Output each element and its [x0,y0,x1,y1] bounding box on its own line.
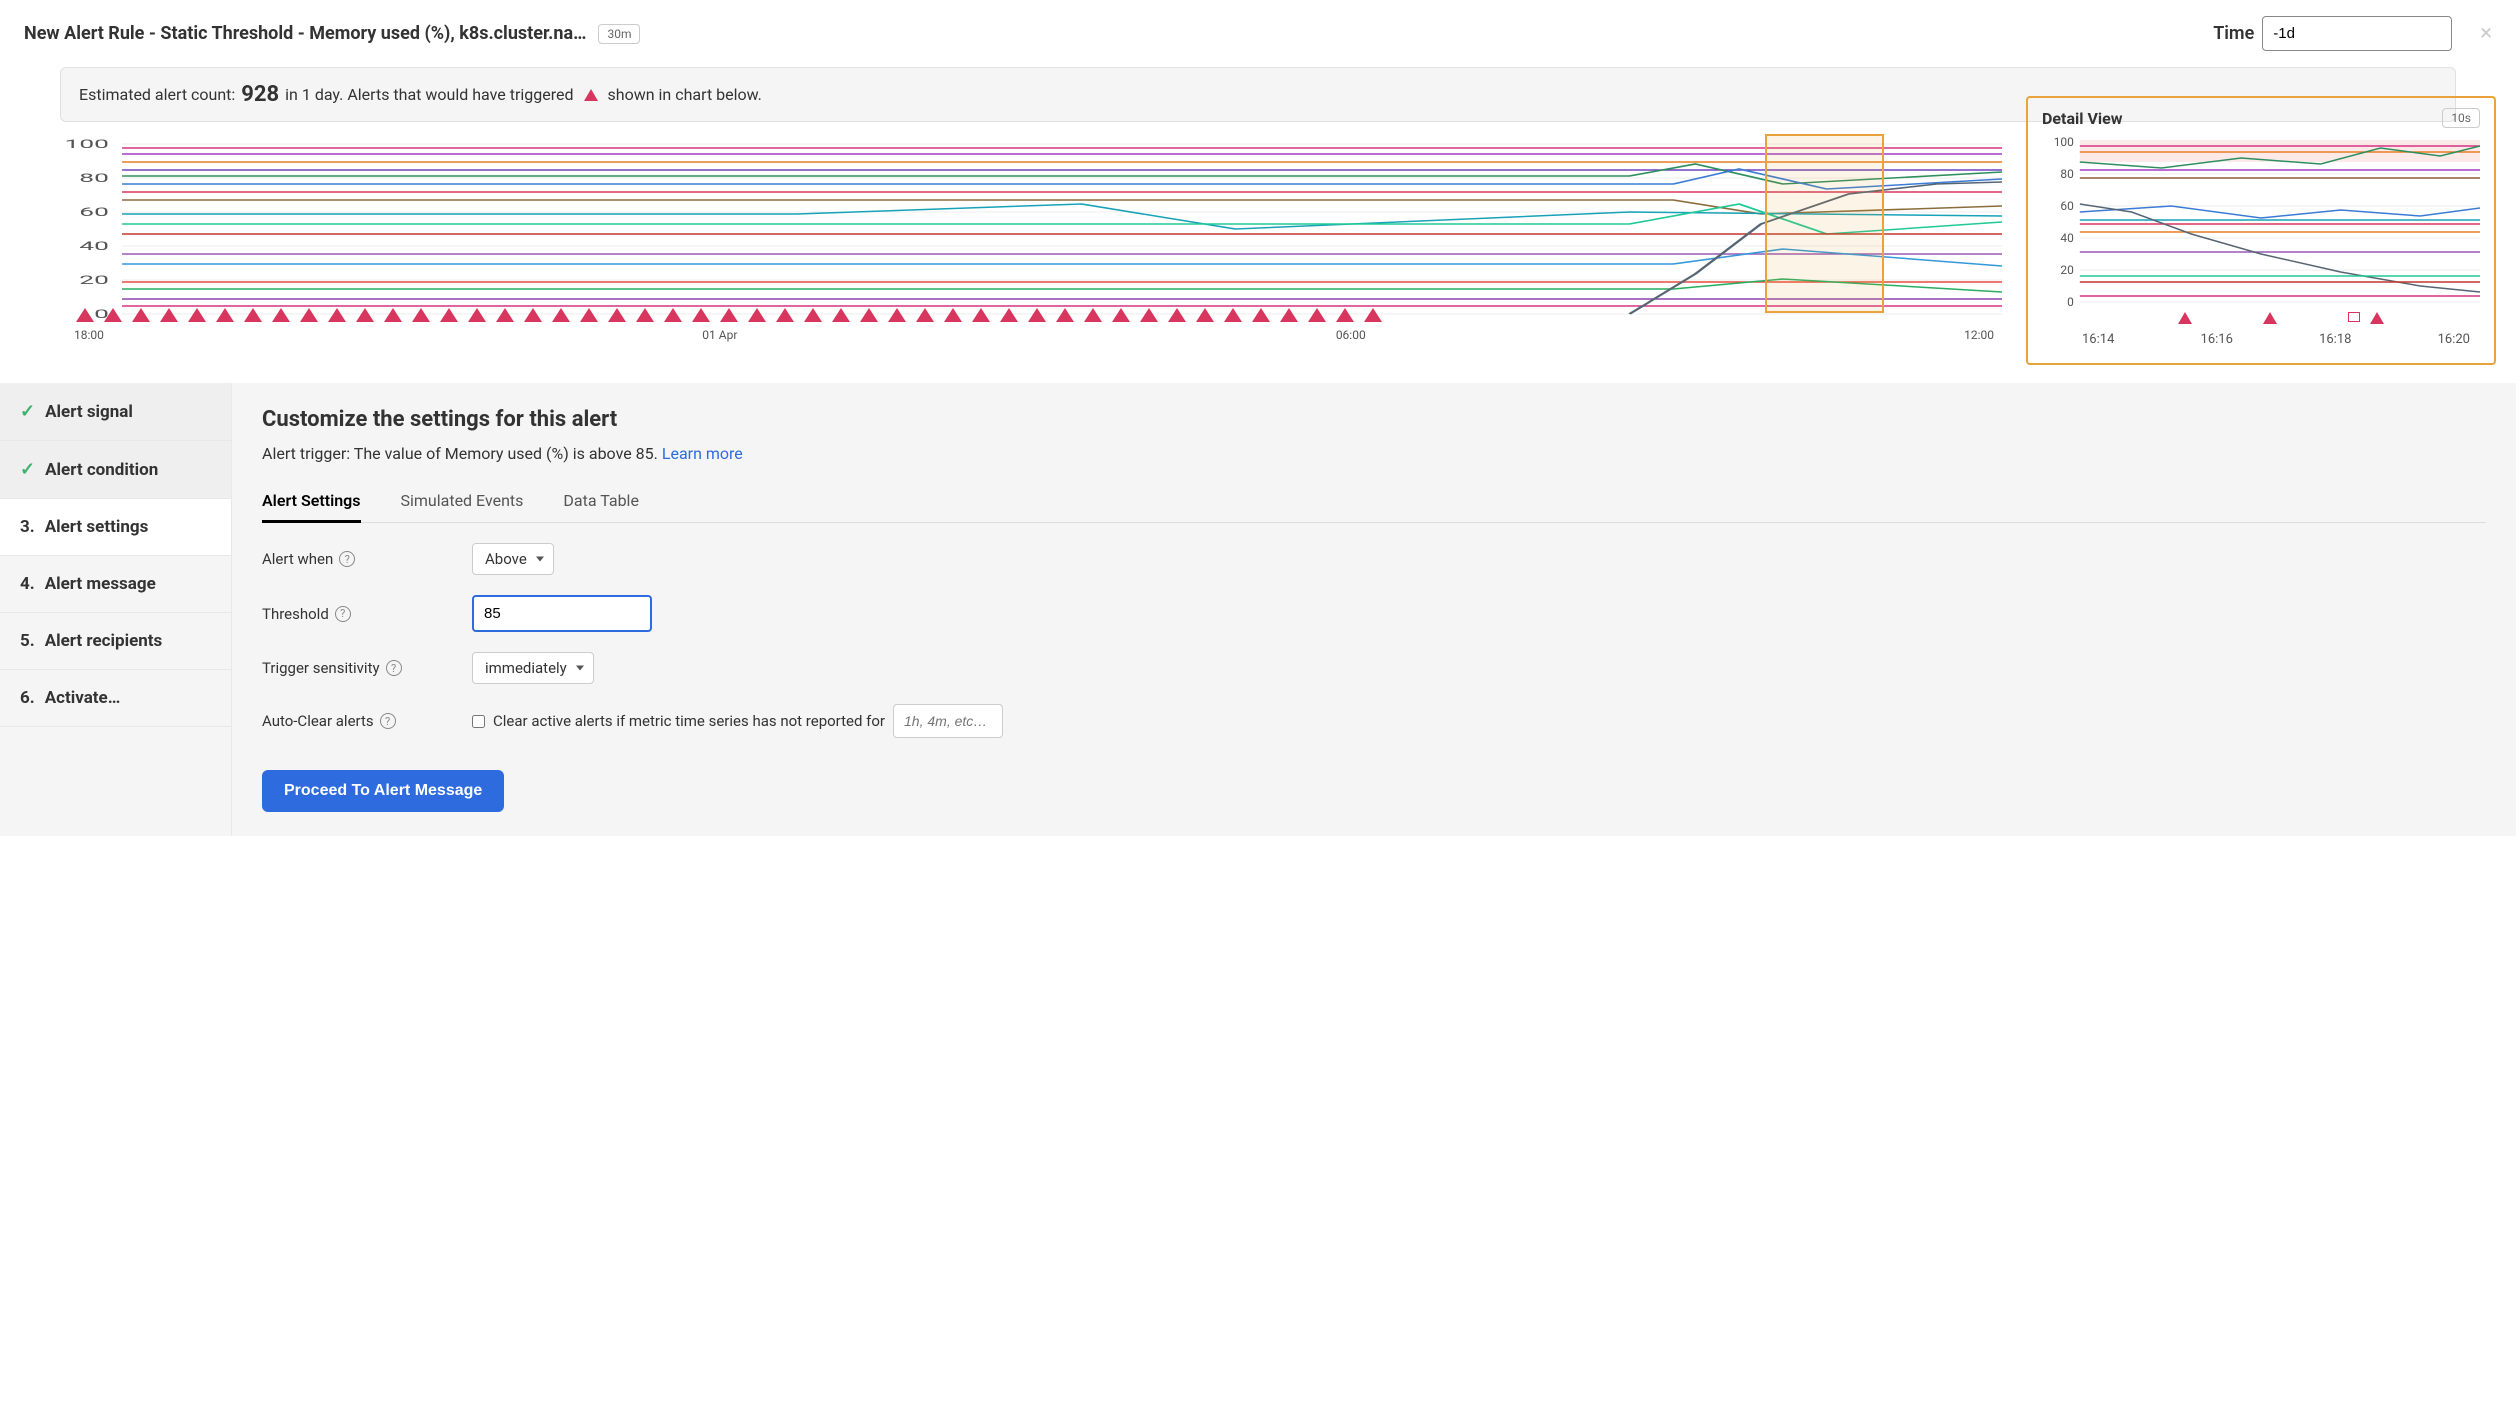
x-tick: 06:00 [1336,328,1366,342]
settings-content: Customize the settings for this alert Al… [232,383,2516,836]
svg-text:100: 100 [65,137,109,151]
svg-text:60: 60 [79,205,109,219]
svg-text:100: 100 [2054,135,2074,149]
svg-text:20: 20 [79,273,109,287]
step-alert-settings[interactable]: 3. Alert settings [0,499,231,556]
step-alert-signal[interactable]: ✓ Alert signal [0,383,231,441]
autoclear-text: Clear active alerts if metric time serie… [493,712,885,730]
autoclear-duration-input[interactable] [893,704,1003,738]
x-tick: 16:14 [2082,332,2114,347]
autoclear-label: Auto-Clear alerts [262,712,374,730]
threshold-input[interactable] [472,595,652,632]
alert-when-select[interactable]: Above [472,543,554,575]
estimate-mid: in 1 day. Alerts that would have trigger… [285,85,573,104]
help-icon[interactable]: ? [380,713,396,729]
detail-view-panel: Detail View 10s [2026,96,2496,365]
check-icon: ✓ [20,401,35,422]
x-tick: 12:00 [1964,328,1994,342]
time-input[interactable] [2262,16,2452,51]
step-label: Alert recipients [45,631,163,651]
autoclear-checkbox[interactable] [472,715,485,728]
step-number: 4. [20,574,35,594]
x-tick: 01 Apr [702,328,737,342]
check-icon: ✓ [20,459,35,480]
x-tick: 18:00 [74,328,104,342]
step-number: 3. [20,517,35,537]
step-alert-recipients[interactable]: 5. Alert recipients [0,613,231,670]
detail-badge: 10s [2442,108,2480,128]
step-label: Alert message [45,574,156,594]
detail-chart[interactable]: 100 80 60 40 20 0 [2042,134,2480,314]
chart-highlight [1765,134,1883,313]
estimate-prefix: Estimated alert count: [79,85,235,104]
sensitivity-select[interactable]: immediately [472,652,594,684]
step-label: Alert settings [45,517,149,537]
svg-text:0: 0 [2067,295,2074,309]
x-tick: 16:20 [2438,332,2470,347]
svg-text:80: 80 [79,171,109,185]
trigger-text: Alert trigger: The value of Memory used … [262,444,658,463]
help-icon[interactable]: ? [386,660,402,676]
tab-simulated-events[interactable]: Simulated Events [401,481,524,522]
svg-text:20: 20 [2060,263,2074,277]
main-x-axis: 18:00 01 Apr 06:00 12:00 [30,328,2002,342]
main-chart[interactable]: 1008060 40200 18:00 01 Apr 06:00 12:00 [30,134,2002,364]
duration-badge: 30m [598,24,640,44]
proceed-button[interactable]: Proceed To Alert Message [262,770,504,812]
wizard-sidebar: ✓ Alert signal ✓ Alert condition 3. Aler… [0,383,232,836]
help-icon[interactable]: ? [335,606,351,622]
detail-title: Detail View [2042,109,2123,128]
svg-text:80: 80 [2060,167,2074,181]
settings-tabs: Alert Settings Simulated Events Data Tab… [262,481,2486,523]
triangle-icon [584,89,598,101]
estimate-count: 928 [241,82,279,107]
step-alert-condition[interactable]: ✓ Alert condition [0,441,231,499]
sensitivity-label: Trigger sensitivity [262,659,380,677]
learn-more-link[interactable]: Learn more [662,444,743,463]
help-icon[interactable]: ? [339,551,355,567]
time-label: Time [2213,23,2254,44]
alert-when-label: Alert when [262,550,333,568]
x-tick: 16:18 [2319,332,2351,347]
settings-heading: Customize the settings for this alert [262,407,2486,432]
step-label: Activate… [45,688,121,708]
step-label: Alert condition [45,460,158,480]
triangle-strip [72,308,2002,322]
svg-text:60: 60 [2060,199,2074,213]
detail-x-axis: 16:14 16:16 16:18 16:20 [2042,332,2480,347]
svg-text:40: 40 [2060,231,2074,245]
step-activate[interactable]: 6. Activate… [0,670,231,727]
tab-alert-settings[interactable]: Alert Settings [262,481,361,523]
svg-text:40: 40 [79,239,109,253]
tab-data-table[interactable]: Data Table [563,481,639,522]
step-alert-message[interactable]: 4. Alert message [0,556,231,613]
estimate-suffix: shown in chart below. [608,85,762,104]
page-title: New Alert Rule - Static Threshold - Memo… [24,23,586,44]
x-tick: 16:16 [2201,332,2233,347]
step-number: 5. [20,631,35,651]
close-icon[interactable]: × [2480,21,2492,46]
threshold-label: Threshold [262,605,329,623]
step-label: Alert signal [45,402,133,422]
step-number: 6. [20,688,35,708]
